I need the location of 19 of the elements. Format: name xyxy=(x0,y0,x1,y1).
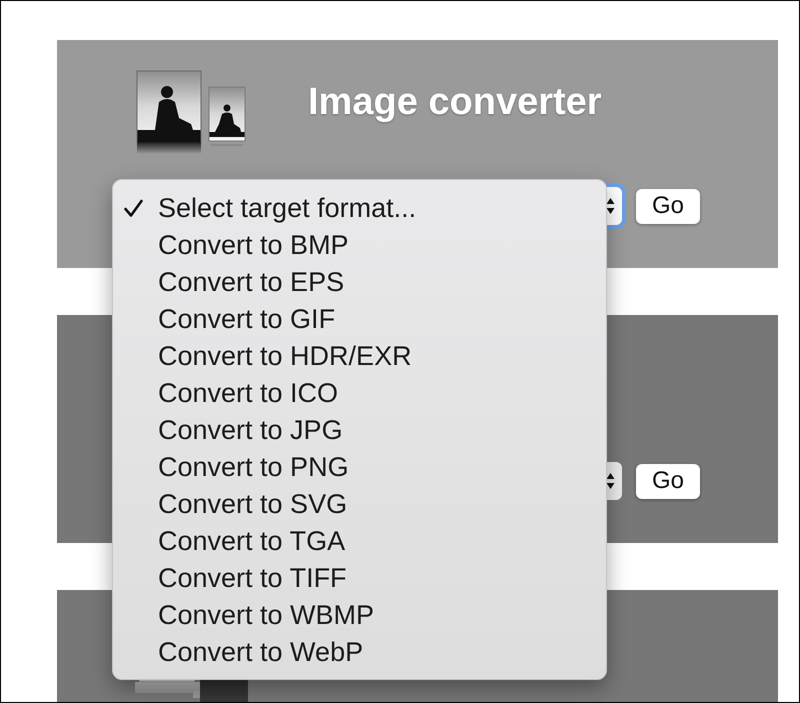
checkmark-icon xyxy=(124,199,143,218)
panel-title: Image converter xyxy=(308,80,602,124)
stepper-arrows-icon xyxy=(606,472,615,490)
menu-option[interactable]: Convert to SVG xyxy=(113,486,606,523)
menu-option[interactable]: Convert to PNG xyxy=(113,449,606,486)
menu-option[interactable]: Convert to WebP xyxy=(113,634,606,671)
stepper-arrows-icon xyxy=(606,197,615,215)
menu-option[interactable]: Convert to JPG xyxy=(113,412,606,449)
menu-option[interactable]: Convert to ICO xyxy=(113,375,606,412)
menu-option[interactable]: Convert to BMP xyxy=(113,227,606,264)
menu-option[interactable]: Convert to GIF xyxy=(113,301,606,338)
menu-option[interactable]: Convert to EPS xyxy=(113,264,606,301)
go-button[interactable]: Go xyxy=(636,188,700,224)
go-button[interactable]: Go xyxy=(636,464,700,498)
menu-option[interactable]: Convert to HDR/EXR xyxy=(113,338,606,375)
menu-option[interactable]: Convert to WBMP xyxy=(113,597,606,634)
menu-option[interactable]: Select target format... xyxy=(113,190,606,227)
menu-option[interactable]: Convert to TGA xyxy=(113,523,606,560)
menu-option[interactable]: Convert to TIFF xyxy=(113,560,606,597)
